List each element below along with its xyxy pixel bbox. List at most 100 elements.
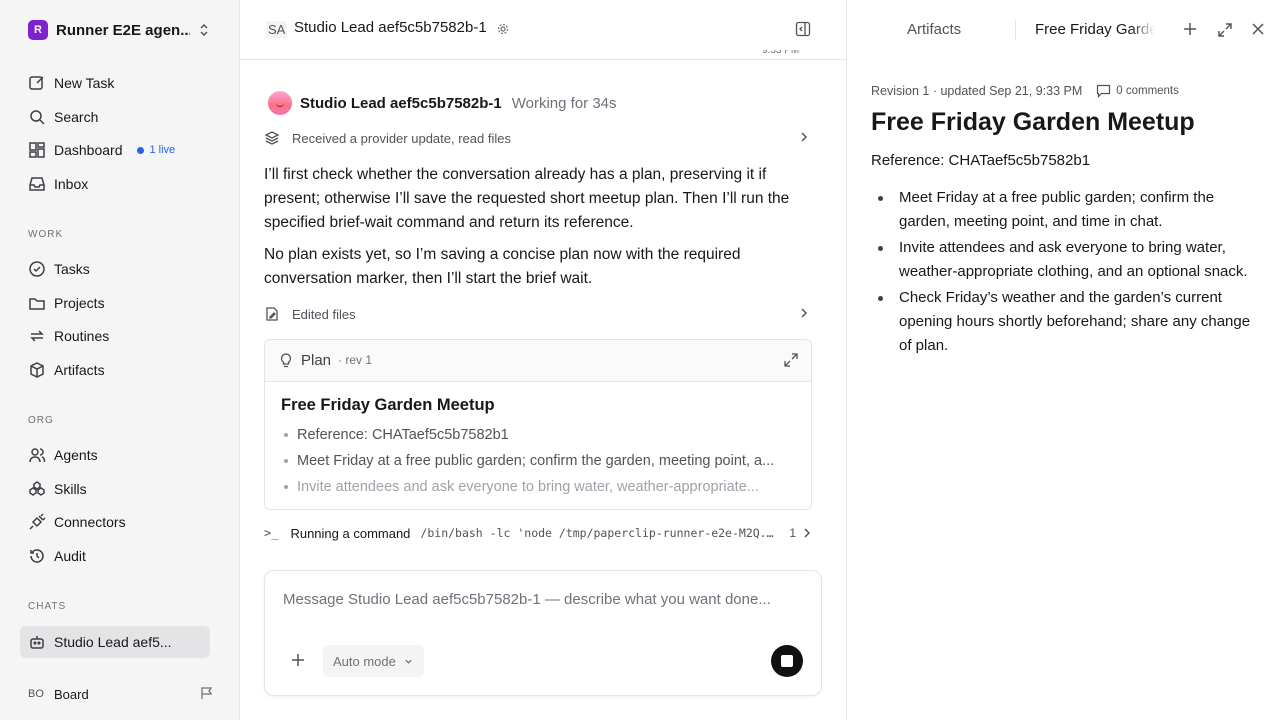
- tab-artifacts[interactable]: Artifacts: [907, 21, 961, 38]
- nav-search[interactable]: Search: [20, 102, 210, 132]
- nav-connectors[interactable]: Connectors: [20, 507, 210, 537]
- close-icon[interactable]: [1251, 22, 1265, 36]
- check-circle-icon: [29, 261, 45, 277]
- flag-icon[interactable]: [200, 686, 214, 700]
- message-status: Working for 34s: [511, 94, 617, 112]
- nav-audit[interactable]: Audit: [20, 541, 210, 571]
- plan-revision: · rev 1: [338, 353, 373, 367]
- section-work-label: WORK: [28, 229, 64, 240]
- message-paragraph: I’ll first check whether the conversatio…: [264, 166, 790, 231]
- board-label: Board: [54, 686, 89, 702]
- plug-icon: [29, 513, 46, 530]
- edit-square-icon: [29, 76, 44, 90]
- workspace-switcher[interactable]: R Runner E2E agen...: [28, 20, 214, 40]
- message-input[interactable]: [283, 591, 783, 608]
- gear-icon[interactable]: [497, 23, 509, 35]
- boxes-icon: [29, 481, 45, 496]
- chat-main: SA Studio Lead aef5c5b7582b-1 9:33 PM St…: [240, 0, 846, 720]
- workspace-logo: R: [28, 20, 48, 40]
- nav-label: Tasks: [54, 261, 90, 277]
- board-switcher[interactable]: BO Board: [28, 684, 214, 704]
- nav-label: Routines: [54, 328, 110, 344]
- board-initials: BO: [28, 688, 44, 700]
- agent-initials: SA: [266, 21, 288, 38]
- live-badge-text: 1 live: [149, 144, 176, 156]
- scrolled-timestamp: 9:33 PM: [762, 50, 800, 56]
- expand-icon[interactable]: [783, 352, 799, 368]
- chevron-right-icon: [801, 308, 808, 318]
- tab-current-artifact[interactable]: Free Friday Garden Meetup: [1035, 21, 1155, 38]
- plan-title: Free Friday Garden Meetup: [281, 396, 495, 414]
- nav-label: Projects: [54, 295, 105, 311]
- comments-button[interactable]: 0 comments: [1096, 84, 1179, 98]
- workspace-name: Runner E2E agen...: [56, 21, 190, 39]
- plan-label: Plan: [301, 352, 332, 369]
- message-header: Studio Lead aef5c5b7582b-1 Working for 3…: [268, 91, 617, 115]
- comments-count: 0 comments: [1116, 85, 1179, 97]
- lightbulb-icon: [280, 353, 292, 368]
- plan-card-header: Plan · rev 1: [265, 340, 811, 382]
- users-icon: [29, 448, 46, 463]
- nav-label: Dashboard: [54, 142, 123, 158]
- nav-label: Inbox: [54, 176, 89, 192]
- message-author: Studio Lead aef5c5b7582b-1: [300, 94, 502, 112]
- expand-icon[interactable]: [1217, 22, 1233, 38]
- nav-tasks[interactable]: Tasks: [20, 254, 210, 284]
- folder-icon: [29, 298, 45, 310]
- nav-new-task[interactable]: New Task: [20, 68, 210, 98]
- nav-inbox[interactable]: Inbox: [20, 169, 210, 199]
- plan-item: Invite attendees and ask everyone to bri…: [281, 476, 801, 502]
- plan-card[interactable]: Plan · rev 1 Free Friday Garden Meetup R…: [264, 339, 812, 510]
- nav-label: Agents: [54, 447, 98, 463]
- chat-header: SA Studio Lead aef5c5b7582b-1 9:33 PM: [240, 0, 846, 60]
- artifact-item: Invite attendees and ask everyone to bri…: [871, 236, 1257, 284]
- command-label: Running a command: [290, 525, 411, 541]
- sidebar: R Runner E2E agen... New Task Search Das…: [0, 0, 240, 720]
- nav-skills[interactable]: Skills: [20, 474, 210, 504]
- mode-select[interactable]: Auto mode: [323, 645, 424, 677]
- artifact-items: Meet Friday at a free public garden; con…: [871, 186, 1257, 360]
- chat-item-label: Studio Lead aef5...: [54, 634, 172, 650]
- stop-icon: [781, 655, 793, 667]
- section-chats-label: CHATS: [28, 601, 67, 612]
- chevron-down-icon: [405, 659, 412, 664]
- nav-routines[interactable]: Routines: [20, 321, 210, 351]
- chevron-right-icon: [804, 528, 811, 538]
- layers-icon: [264, 131, 280, 145]
- plus-icon[interactable]: [291, 653, 305, 667]
- nav-label: Search: [54, 109, 99, 125]
- artifact-item: Meet Friday at a free public garden; con…: [871, 186, 1257, 234]
- tab-divider: [1015, 20, 1016, 40]
- nav-agents[interactable]: Agents: [20, 440, 210, 470]
- panel-toggle-icon[interactable]: [795, 21, 811, 37]
- terminal-icon: >_: [264, 526, 279, 540]
- mode-select-label: Auto mode: [333, 653, 396, 669]
- stop-button[interactable]: [771, 645, 803, 677]
- nav-dashboard[interactable]: Dashboard 1 live: [20, 135, 210, 165]
- plan-item: Reference: CHATaef5c5b7582b1: [281, 424, 801, 450]
- activity-step-label: Received a provider update, read files: [292, 130, 511, 146]
- inbox-icon: [29, 177, 45, 191]
- nav-projects[interactable]: Projects: [20, 288, 210, 318]
- history-icon: [30, 549, 44, 563]
- activity-step-edited-files[interactable]: Edited files: [264, 303, 812, 325]
- comment-icon: [1097, 84, 1111, 98]
- box-icon: [30, 362, 44, 378]
- nav-label: Artifacts: [54, 362, 105, 378]
- plus-icon[interactable]: [1183, 22, 1197, 36]
- message-paragraph: No plan exists yet, so I’m saving a conc…: [264, 246, 741, 287]
- repeat-icon: [30, 330, 44, 342]
- nav-label: Connectors: [54, 514, 126, 530]
- nav-label: Audit: [54, 548, 86, 564]
- chevron-up-down-icon: [200, 23, 208, 37]
- chat-item-studio-lead[interactable]: Studio Lead aef5...: [20, 626, 210, 658]
- plan-item: Meet Friday at a free public garden; con…: [281, 450, 801, 476]
- artifact-meta: Revision 1 · updated Sep 21, 9:33 PM 0 c…: [871, 84, 1179, 98]
- activity-step-read-files[interactable]: Received a provider update, read files: [264, 127, 812, 149]
- chat-title: Studio Lead aef5c5b7582b-1: [294, 19, 487, 36]
- nav-artifacts[interactable]: Artifacts: [20, 355, 210, 385]
- live-dot: [136, 146, 144, 154]
- artifact-item: Check Friday’s weather and the garden’s …: [871, 286, 1257, 358]
- file-edit-icon: [266, 307, 278, 321]
- activity-step-command[interactable]: >_ Running a command /bin/bash -lc 'node…: [264, 522, 812, 544]
